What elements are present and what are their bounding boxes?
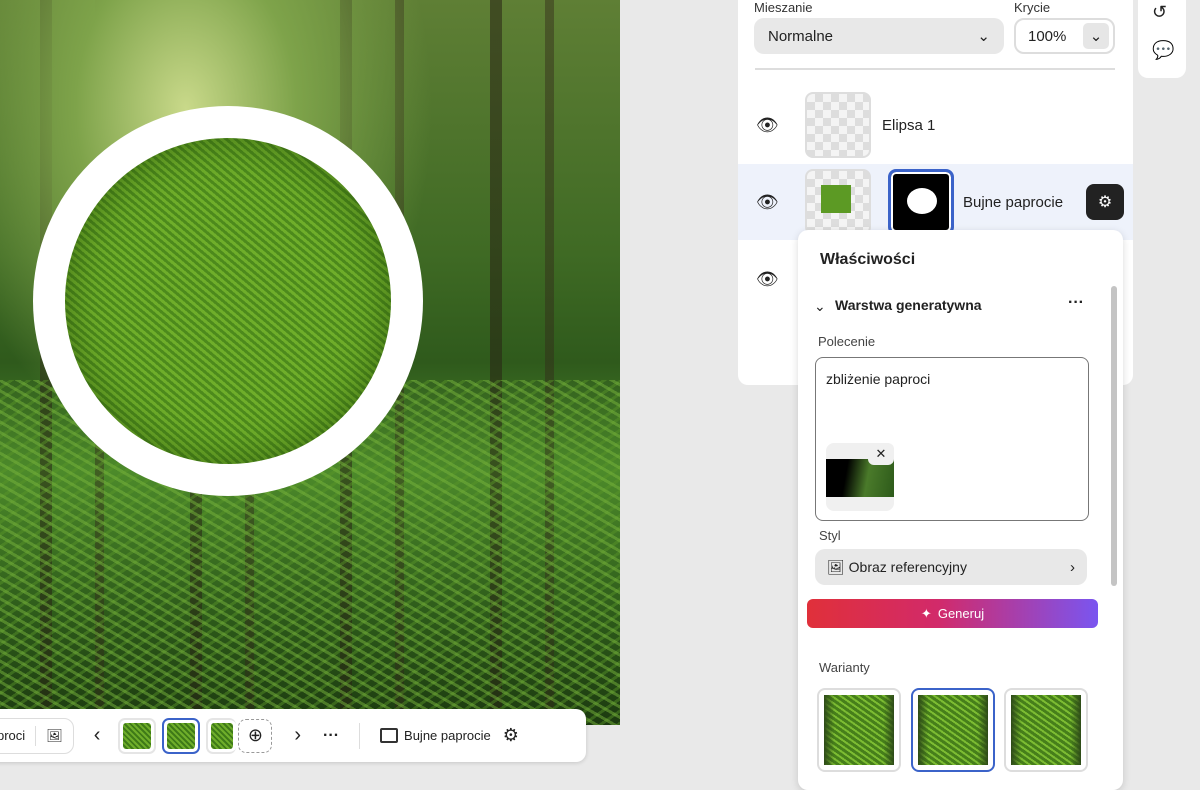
prompt-text: proci <box>0 728 26 743</box>
prompt-pill[interactable]: proci 🖼 <box>0 717 74 754</box>
prompt-label: Polecenie <box>818 334 876 349</box>
visibility-eye-icon[interactable]: 👁 <box>756 269 779 290</box>
opacity-field[interactable]: 100% ⌄ <box>1014 18 1115 54</box>
variants-label: Warianty <box>819 660 870 675</box>
layer-mask-icon <box>380 728 399 743</box>
style-value: Obraz referencyjny <box>848 558 967 575</box>
layer-thumbnail <box>805 169 871 235</box>
close-icon[interactable]: ✕ <box>868 443 894 465</box>
prompt-text: zbliżenie paproci <box>826 371 931 387</box>
generate-icon: ✦ <box>920 605 932 621</box>
blend-mode-select[interactable]: Normalne ⌄ <box>754 18 1004 54</box>
layer-name: Elipsa 1 <box>882 116 936 134</box>
style-label: Styl <box>819 528 841 543</box>
prev-variant-button[interactable]: ‹ <box>94 724 101 747</box>
panel-title: Właściwości <box>820 251 916 268</box>
reference-image-icon: 🖼 <box>827 558 845 575</box>
add-variant-button[interactable]: ⊕ <box>238 718 273 753</box>
visibility-eye-icon[interactable]: 👁 <box>756 192 779 213</box>
divider <box>35 725 37 746</box>
scrollbar[interactable] <box>1111 286 1117 586</box>
layer-row-elipsa[interactable]: 👁 Elipsa 1 <box>738 87 1133 163</box>
layer-name[interactable]: Bujne paprocie <box>404 728 491 743</box>
variant-2[interactable] <box>911 688 995 772</box>
visibility-eye-icon[interactable]: 👁 <box>756 115 779 136</box>
next-variant-button[interactable]: › <box>294 724 301 747</box>
canvas-image[interactable] <box>0 0 620 725</box>
right-rail: ↺ 💬 <box>1138 0 1186 78</box>
chevron-right-icon: › <box>1070 558 1075 576</box>
chevron-down-icon[interactable]: ⌄ <box>814 298 826 315</box>
blend-label: Mieszanie <box>754 0 813 15</box>
variant-thumb-3[interactable] <box>206 717 237 754</box>
contextual-taskbar: proci 🖼 ‹ ⊕ › ··· Bujne paprocie ⚙ <box>0 709 586 762</box>
opacity-label: Krycie <box>1014 0 1051 15</box>
adjust-icon[interactable]: ⚙ <box>503 725 519 746</box>
layer-name: Bujne paprocie <box>963 193 1064 211</box>
generate-label: Generuj <box>937 606 985 621</box>
blend-value: Normalne <box>768 27 834 45</box>
chevron-down-icon[interactable]: ⌄ <box>1083 23 1109 49</box>
variant-thumb-2[interactable] <box>162 717 201 754</box>
chevron-down-icon: ⌄ <box>977 28 990 45</box>
reference-image-thumb[interactable]: ✕ <box>826 443 894 511</box>
history-icon[interactable]: ↺ <box>1152 2 1167 23</box>
more-options-button[interactable]: ··· <box>323 727 339 745</box>
section-header[interactable]: Warstwa generatywna <box>835 297 982 313</box>
more-options-button[interactable]: ··· <box>1068 294 1084 312</box>
reference-image-icon[interactable]: 🖼 <box>46 728 63 744</box>
properties-panel: Właściwości ⌄ Warstwa generatywna ··· Po… <box>798 230 1123 790</box>
ellipse-ring[interactable] <box>33 106 423 496</box>
layer-thumbnail <box>805 92 871 158</box>
opacity-value: 100% <box>1028 27 1067 45</box>
variant-thumb-1[interactable] <box>118 717 157 754</box>
divider <box>755 68 1115 70</box>
variant-1[interactable] <box>817 688 901 772</box>
variant-3[interactable] <box>1004 688 1088 772</box>
style-select[interactable]: 🖼 Obraz referencyjny › <box>815 549 1087 585</box>
divider <box>359 722 361 749</box>
layer-properties-button[interactable]: ⚙ <box>1086 184 1124 220</box>
layer-row-bujne-paprocie[interactable]: 👁 Bujne paprocie ⚙ <box>738 164 1133 240</box>
prompt-input[interactable]: zbliżenie paproci ✕ <box>815 357 1089 521</box>
fern-closeup <box>65 138 391 464</box>
comment-icon[interactable]: 💬 <box>1152 40 1174 61</box>
generate-button[interactable]: ✦ Generuj <box>807 599 1098 628</box>
layer-mask-thumbnail[interactable] <box>888 169 954 235</box>
